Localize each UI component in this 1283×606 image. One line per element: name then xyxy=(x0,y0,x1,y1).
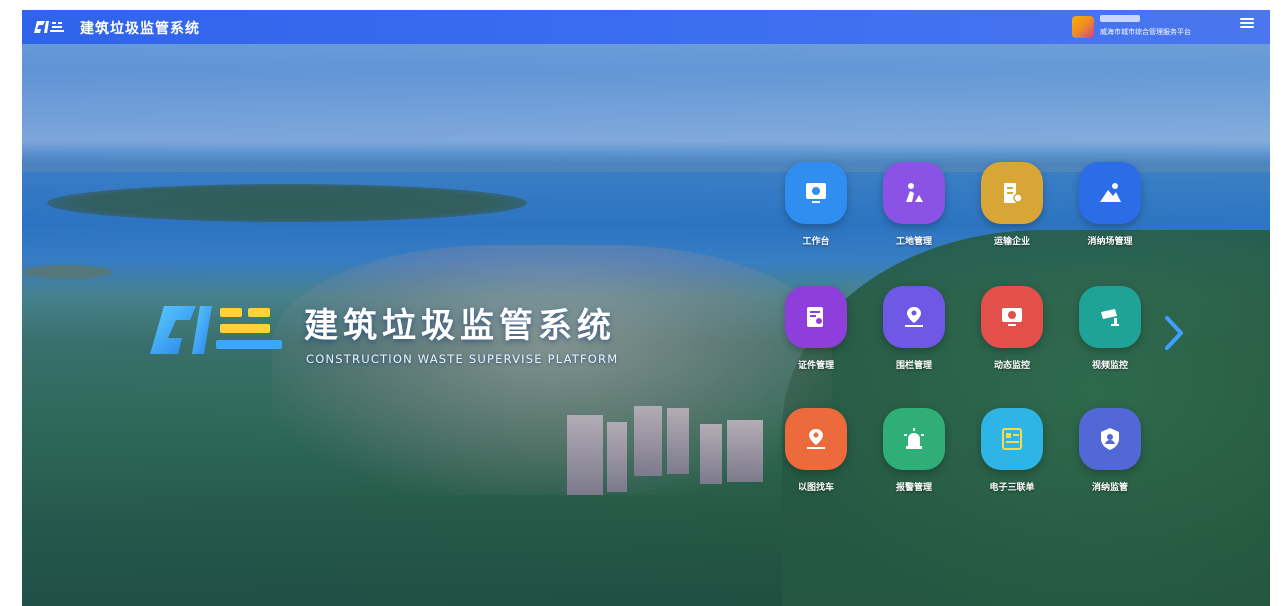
tile-label: 以图找车 xyxy=(797,483,834,493)
enterprise-building-icon xyxy=(981,162,1043,224)
tile-transport-enterprise[interactable]: 运输企业 xyxy=(972,162,1052,252)
organization-name: 威海市城市综合管理服务平台 xyxy=(1100,28,1191,36)
user-avatar[interactable] xyxy=(1072,16,1094,38)
construction-worker-icon xyxy=(883,162,945,224)
app-title: 建筑垃圾监管系统 xyxy=(80,21,200,37)
top-bar: 建筑垃圾监管系统 威海市城市综合管理服务平台 xyxy=(22,10,1270,44)
tile-dynamic-monitoring[interactable]: 动态监控 xyxy=(972,286,1052,376)
fence-location-icon xyxy=(883,286,945,348)
hero-title: 建筑垃圾监管系统 xyxy=(304,306,616,346)
camera-icon xyxy=(1079,286,1141,348)
brand-logo-icon xyxy=(34,21,64,33)
tile-disposal-supervision[interactable]: 消纳监管 xyxy=(1070,408,1150,498)
tile-label: 运输企业 xyxy=(993,237,1030,247)
tile-label: 消纳场管理 xyxy=(1087,237,1133,247)
tile-label: 电子三联单 xyxy=(989,483,1035,493)
certificate-icon xyxy=(785,286,847,348)
landfill-location-icon xyxy=(1079,162,1141,224)
tile-label: 围栏管理 xyxy=(895,361,932,371)
tile-label: 动态监控 xyxy=(993,361,1030,371)
tile-e-manifest[interactable]: 电子三联单 xyxy=(972,408,1052,498)
workbench-icon xyxy=(785,162,847,224)
hamburger-menu-icon[interactable] xyxy=(1240,16,1254,30)
tile-label: 消纳监管 xyxy=(1091,483,1128,493)
tile-label: 报警管理 xyxy=(895,483,932,493)
hero-subtitle: CONSTRUCTION WASTE SUPERVISE PLATFORM xyxy=(306,352,619,366)
tile-alarm-management[interactable]: 报警管理 xyxy=(874,408,954,498)
tile-label: 工作台 xyxy=(802,237,830,247)
tile-fence-management[interactable]: 围栏管理 xyxy=(874,286,954,376)
shield-user-icon xyxy=(1079,408,1141,470)
hero-logo-icon xyxy=(150,306,282,354)
tile-label: 视频监控 xyxy=(1091,361,1128,371)
tile-certificate-management[interactable]: 证件管理 xyxy=(776,286,856,376)
app-frame: 建筑垃圾监管系统 威海市城市综合管理服务平台 建筑垃圾监管系统 CONSTRUC… xyxy=(22,10,1270,606)
monitor-icon xyxy=(981,286,1043,348)
tile-image-search-vehicle[interactable]: 以图找车 xyxy=(776,408,856,498)
tile-workbench[interactable]: 工作台 xyxy=(776,162,856,252)
tile-landfill-management[interactable]: 消纳场管理 xyxy=(1070,162,1150,252)
tile-video-monitoring[interactable]: 视频监控 xyxy=(1070,286,1150,376)
tile-label: 工地管理 xyxy=(895,237,932,247)
tile-label: 证件管理 xyxy=(797,361,834,371)
alarm-light-icon xyxy=(883,408,945,470)
user-name-redacted xyxy=(1100,15,1140,22)
tile-site-management[interactable]: 工地管理 xyxy=(874,162,954,252)
chevron-right-icon[interactable] xyxy=(1162,315,1186,351)
image-search-car-icon xyxy=(785,408,847,470)
e-form-icon xyxy=(981,408,1043,470)
